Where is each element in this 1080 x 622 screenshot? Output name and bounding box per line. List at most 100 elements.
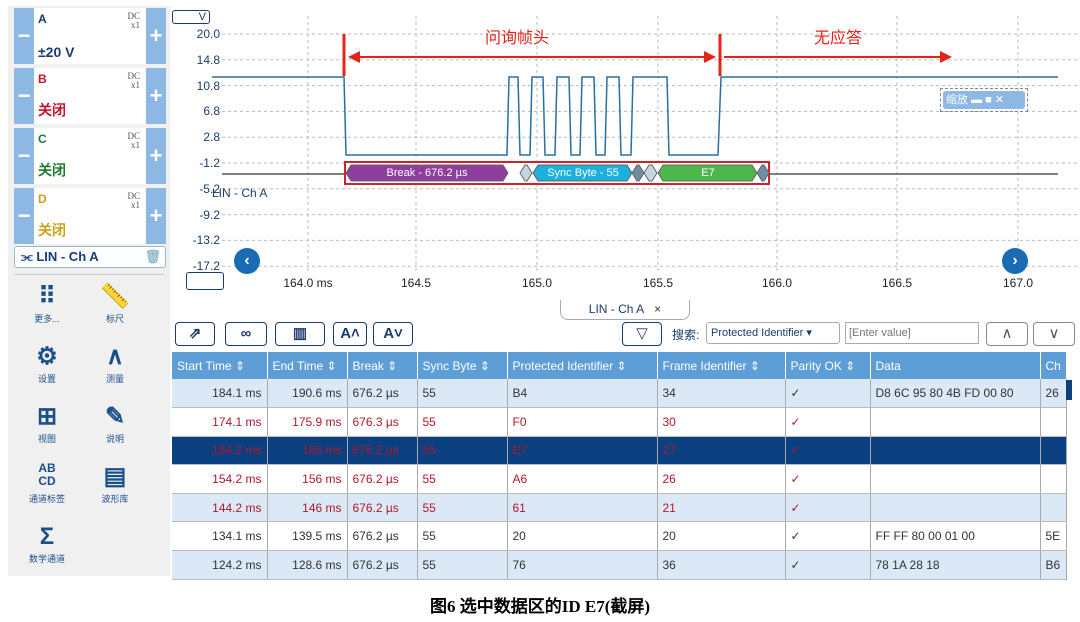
column-header[interactable]: Sync Byte ⇕ — [417, 352, 508, 379]
table-cell: ✓ — [785, 493, 871, 523]
column-header[interactable]: Break ⇕ — [347, 352, 418, 379]
tool-icon: ∧ — [106, 343, 124, 370]
tool-8[interactable]: Σ 数学通道 — [12, 522, 82, 565]
tool-label: 通道标签 — [28, 494, 65, 504]
decrease-range-button[interactable]: − — [14, 128, 34, 184]
export-button[interactable]: ⇗ — [175, 322, 215, 346]
close-icon[interactable]: ✕ — [995, 94, 1004, 106]
font-increase-button[interactable]: A˄ — [333, 322, 367, 346]
search-label: 搜索: — [672, 328, 700, 342]
maximize-icon[interactable]: ■ — [985, 94, 992, 106]
tool-4[interactable]: ⊞ 视图 — [12, 402, 82, 445]
table-row[interactable]: 174.1 ms 175.9 ms 676.3 µs 55 F0 30 ✓ — [172, 407, 1067, 437]
column-header[interactable]: Protected Identifier ⇕ — [507, 352, 658, 379]
table-cell — [870, 407, 1041, 437]
channel-status[interactable]: ±20 V — [38, 44, 74, 60]
channel-coupling[interactable]: DC x1 — [127, 132, 140, 150]
decoder-item[interactable]: ⫘ LIN - Ch A 🗑 — [14, 246, 166, 268]
table-cell: 144.2 ms — [172, 493, 268, 523]
table-cell: ✓ — [785, 464, 871, 494]
unit-box[interactable]: V — [172, 10, 210, 24]
tool-5[interactable]: ✎ 说明 — [80, 402, 150, 445]
trash-icon[interactable]: 🗑 — [144, 249, 161, 265]
table-scrollbar[interactable] — [1066, 380, 1072, 400]
table-cell: ✓ — [785, 407, 871, 437]
column-header[interactable]: End Time ⇕ — [267, 352, 348, 379]
table-cell: 174.1 ms — [172, 407, 268, 437]
search-prev-button[interactable]: ∧ — [986, 322, 1028, 346]
channel-name: D — [38, 192, 47, 206]
decrease-range-button[interactable]: − — [14, 188, 34, 244]
column-header[interactable]: Data — [870, 352, 1041, 379]
search-field-select[interactable]: Protected Identifier ▾ — [706, 322, 840, 344]
column-header[interactable]: Start Time ⇕ — [172, 352, 268, 379]
increase-range-button[interactable]: + — [146, 68, 166, 124]
channel-coupling[interactable]: DC x1 — [127, 12, 140, 30]
table-cell: 26 — [1040, 379, 1067, 409]
table-cell: 676.2 µs — [347, 464, 418, 494]
table-cell — [1040, 407, 1067, 437]
increase-range-button[interactable]: + — [146, 128, 166, 184]
search-input[interactable] — [845, 322, 979, 344]
table-cell: 175.9 ms — [267, 407, 348, 437]
column-header[interactable]: Ch — [1040, 352, 1067, 379]
table-row[interactable]: 154.2 ms 156 ms 676.2 µs 55 A6 26 ✓ — [172, 464, 1067, 494]
decode-break[interactable]: Break - 676.2 µs — [348, 165, 506, 181]
font-decrease-button[interactable]: A˅ — [373, 322, 413, 346]
tab-close-icon[interactable]: × — [654, 302, 661, 316]
table-row[interactable]: 184.1 ms 190.6 ms 676.2 µs 55 B4 34 ✓ D8 6C 95 … — [172, 379, 1067, 409]
table-cell: 128.6 ms — [267, 550, 348, 580]
channel-coupling[interactable]: DC x1 — [127, 72, 140, 90]
table-row[interactable]: 124.2 ms 128.6 ms 676.2 µs 55 76 36 ✓ 78 1A 28 … — [172, 550, 1067, 580]
table-row[interactable]: 134.1 ms 139.5 ms 676.2 µs 55 20 20 ✓ FF FF 80 … — [172, 521, 1067, 552]
column-header[interactable]: Frame Identifier ⇕ — [657, 352, 786, 379]
channel-card-a[interactable]: − A DC x1 ±20 V + — [14, 8, 166, 64]
increase-range-button[interactable]: + — [146, 8, 166, 64]
arrow-head — [348, 51, 360, 63]
lin-frame-table: Start Time ⇕ End Time ⇕ Break ⇕ Sync Byte ⇕… — [172, 352, 1067, 580]
table-row[interactable]: 144.2 ms 146 ms 676.2 µs 55 61 21 ✓ — [172, 493, 1067, 523]
columns-button[interactable]: ▥ — [275, 322, 325, 346]
link-button[interactable]: ∞ — [225, 322, 267, 346]
decode-pid[interactable]: E7 — [660, 165, 756, 181]
decode-sync[interactable]: Sync Byte - 55 — [535, 165, 631, 181]
zoom-label: 缩放 — [946, 94, 968, 106]
scroll-right-button[interactable]: › — [1002, 248, 1028, 274]
tool-label: 设置 — [37, 374, 56, 384]
search-next-button[interactable]: ∨ — [1033, 322, 1075, 346]
channel-card-b[interactable]: − B DC x1 关闭 + — [14, 68, 166, 124]
scroll-left-button[interactable]: ‹ — [234, 248, 260, 274]
table-cell: 124.2 ms — [172, 550, 268, 580]
scope-plot[interactable]: V 20.0 14.8 10.8 6.8 2.8 -1.2 -5.2 -9.2 -13.2 -17… — [172, 6, 1080, 294]
decrease-range-button[interactable]: − — [14, 68, 34, 124]
channel-status[interactable]: 关闭 — [38, 220, 66, 240]
channel-coupling[interactable]: DC x1 — [127, 192, 140, 210]
tool-7[interactable]: ▤ 波形库 — [80, 462, 150, 505]
tool-2[interactable]: ⚙ 设置 — [12, 342, 82, 385]
tool-0[interactable]: ⠿ 更多... — [12, 282, 82, 325]
table-cell: 30 — [657, 407, 786, 437]
tab-lin-ch-a[interactable]: LIN - Ch A × — [560, 300, 690, 320]
trigger-box[interactable] — [186, 272, 224, 290]
channel-card-c[interactable]: − C DC x1 关闭 + — [14, 128, 166, 184]
column-header[interactable]: Parity OK ⇕ — [785, 352, 871, 379]
tool-icon: ⊞ — [36, 403, 58, 430]
table-row[interactable]: 164.2 ms 166 ms 676.2 µs 55 E7 27 ✓ — [172, 436, 1067, 466]
tool-3[interactable]: ∧ 测量 — [80, 342, 150, 385]
zoom-box[interactable]: 缩放 ▬ ■ ✕ — [940, 88, 1028, 112]
increase-range-button[interactable]: + — [146, 188, 166, 244]
channel-status[interactable]: 关闭 — [38, 100, 66, 120]
tool-6[interactable]: AB CD 通道标签 — [12, 462, 82, 505]
channel-card-d[interactable]: − D DC x1 关闭 + — [14, 188, 166, 244]
tool-icon: 📏 — [100, 283, 130, 310]
channel-status[interactable]: 关闭 — [38, 160, 66, 180]
minimize-icon[interactable]: ▬ — [971, 94, 982, 106]
table-cell: 5E — [1040, 521, 1067, 552]
y-tick-label: -1.2 — [199, 156, 220, 170]
header-annotation: 问询帧头 — [484, 28, 550, 47]
decrease-range-button[interactable]: − — [14, 8, 34, 64]
table-cell: 676.2 µs — [347, 550, 418, 580]
filter-button[interactable]: ▽ — [622, 322, 662, 346]
tool-1[interactable]: 📏 标尺 — [80, 282, 150, 325]
table-cell: 55 — [417, 464, 508, 494]
